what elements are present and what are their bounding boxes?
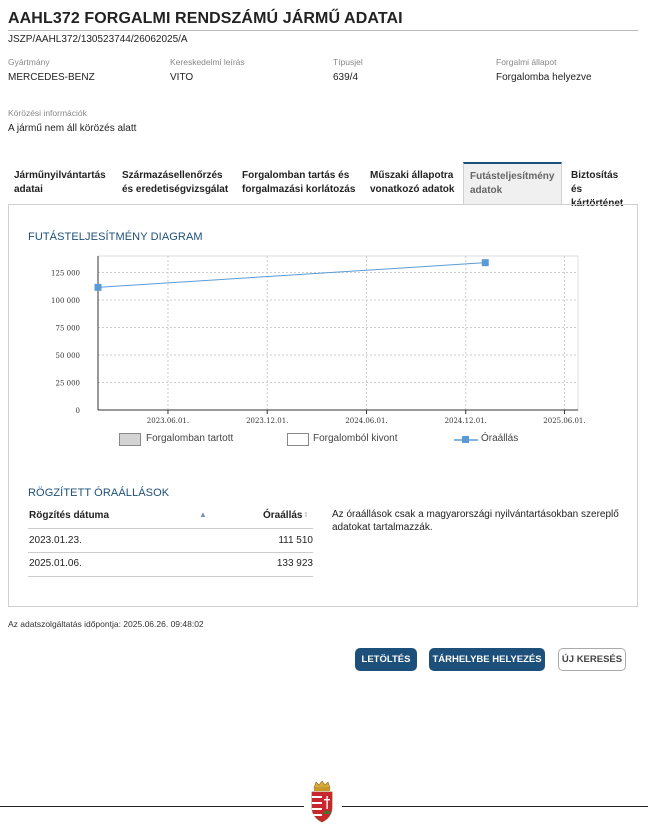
y-tick-label: 0 — [76, 407, 80, 415]
footer-divider-right — [342, 806, 648, 807]
table-cell-value: 111 510 — [278, 535, 313, 546]
tab-registry-line2: adatai — [14, 184, 43, 195]
y-tick-label: 50 000 — [56, 352, 81, 360]
tab-technical[interactable]: Műszaki állapotra vonatkozó adatok — [364, 162, 462, 205]
tab-restrictions-line2: forgalmazási korlátozás — [242, 184, 356, 195]
footer-divider-left — [0, 806, 304, 807]
x-tick-label: 2024.12.01. — [445, 417, 487, 425]
data-timestamp: Az adatszolgáltatás időpontja: 2025.06.2… — [8, 619, 204, 629]
data-point — [94, 283, 102, 291]
y-tick-label: 25 000 — [56, 380, 81, 388]
x-tick-labels: 2023.06.01. 2023.12.01. 2024.06.01. 2024.12… — [147, 417, 586, 425]
tab-registry-line1: Járműnyilvántartás — [14, 170, 106, 181]
tab-registry[interactable]: Járműnyilvántartás adatai — [8, 162, 116, 205]
store-button[interactable]: TÁRHELYBE HELYEZÉS — [429, 648, 545, 671]
tab-origin-line2: és eredetiségvizsgálat — [122, 184, 229, 195]
x-tick-label: 2025.06.01. — [543, 417, 585, 425]
tab-origin[interactable]: Származásellenőrzés és eredetiségvizsgál… — [116, 162, 236, 205]
y-tick-label: 75 000 — [56, 325, 81, 333]
manufacturer-value: MERCEDES-BENZ — [8, 72, 95, 83]
table-header-divider — [28, 528, 313, 529]
tab-bar: Járműnyilvántartás adatai Származásellen… — [8, 162, 638, 209]
column-header-date[interactable]: Rögzítés dátuma — [29, 510, 109, 521]
readings-note: Az óraállások csak a magyarországi nyilv… — [332, 509, 619, 533]
x-tick-label: 2024.06.01. — [345, 417, 387, 425]
model-label: Kereskedelmi leírás — [170, 57, 245, 67]
tab-technical-line1: Műszaki állapotra — [370, 170, 454, 181]
manufacturer-label: Gyártmány — [8, 57, 50, 67]
tab-insurance-line1: Biztosítás és — [571, 170, 619, 195]
legend-swatch-withdrawn — [287, 433, 309, 446]
table-row-divider — [28, 552, 313, 553]
type-label: Típusjel — [333, 57, 363, 67]
data-point — [481, 259, 489, 267]
download-button[interactable]: LETÖLTÉS — [355, 648, 417, 671]
tab-restrictions[interactable]: Forgalomban tartás és forgalmazási korlá… — [236, 162, 364, 205]
status-value: Forgalomba helyezve — [496, 72, 592, 83]
tab-mileage[interactable]: Futásteljesítmény adatok — [463, 162, 562, 205]
y-tick-labels: 0 25 000 50 000 75 000 100 000 125 000 — [51, 270, 80, 416]
model-value: VITO — [170, 72, 194, 83]
tab-restrictions-line1: Forgalomban tartás és — [242, 170, 350, 181]
status-label: Forgalmi állapot — [496, 57, 557, 67]
tab-insurance[interactable]: Biztosítás és kártörténet — [565, 162, 638, 209]
wanted-value: A jármű nem áll körözés alatt — [8, 123, 137, 134]
tab-technical-line2: vonatkozó adatok — [370, 184, 455, 195]
column-header-value[interactable]: Óraállás — [263, 510, 302, 521]
x-tick-label: 2023.06.01. — [147, 417, 189, 425]
diagram-heading: FUTÁSTELJESÍTMÉNY DIAGRAM — [28, 231, 203, 243]
new-search-button[interactable]: ÚJ KERESÉS — [558, 648, 626, 671]
reference-number: JSZP/AAHL372/130523744/26062025/A — [8, 34, 188, 45]
y-tick-label: 100 000 — [51, 297, 80, 305]
tab-mileage-line1: Futásteljesítmény — [470, 171, 555, 182]
page-title: AAHL372 FORGALMI RENDSZÁMÚ JÁRMŰ ADATAI — [8, 10, 403, 27]
sort-icon[interactable]: ⇕ — [303, 511, 309, 519]
wanted-label: Körözési információk — [8, 108, 87, 118]
legend-swatch-odometer — [454, 436, 478, 443]
legend-label-in-service: Forgalomban tartott — [146, 433, 234, 444]
readings-heading: RÖGZÍTETT ÓRAÁLLÁSOK — [28, 487, 170, 499]
y-tick-label: 125 000 — [51, 270, 80, 278]
sort-ascending-icon[interactable]: ▲ — [199, 510, 207, 519]
table-cell-date: 2025.01.06. — [29, 558, 82, 569]
legend-swatch-in-service — [119, 433, 141, 446]
tab-origin-line1: Származásellenőrzés — [122, 170, 223, 181]
plot-border — [97, 255, 579, 411]
table-cell-value: 133 923 — [276, 558, 313, 569]
table-cell-date: 2023.01.23. — [29, 535, 82, 546]
coat-of-arms-icon — [311, 780, 333, 823]
type-value: 639/4 — [333, 72, 359, 83]
table-row-divider — [28, 576, 313, 577]
legend-label-odometer: Óraállás — [481, 433, 519, 444]
legend-label-withdrawn: Forgalomból kivont — [313, 433, 398, 444]
mileage-chart: 0 25 000 50 000 75 000 100 000 125 000 2023.0… — [51, 255, 586, 425]
tab-mileage-line2: adatok — [470, 185, 503, 196]
x-tick-label: 2023.12.01. — [246, 417, 288, 425]
title-divider — [8, 30, 638, 31]
